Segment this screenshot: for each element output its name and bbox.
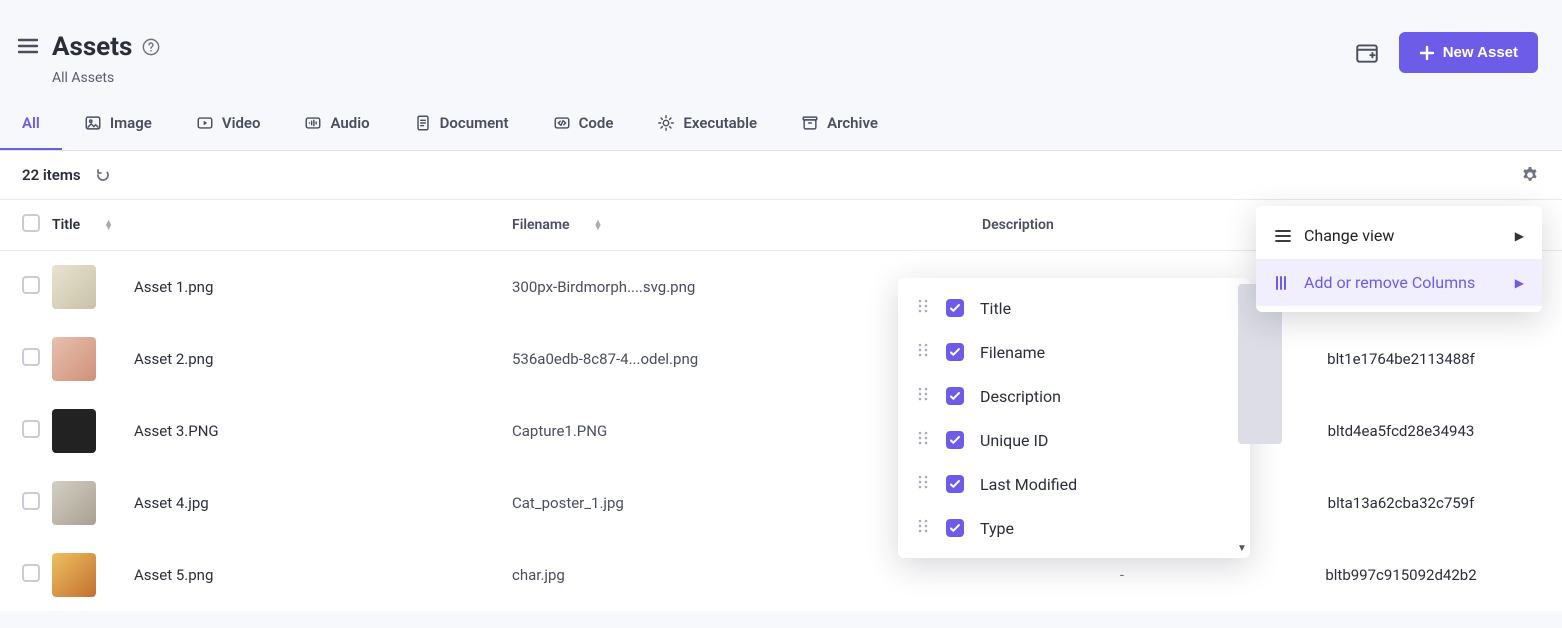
asset-description: - [1120, 566, 1124, 584]
scrollbar[interactable]: ▼ [1238, 284, 1248, 552]
row-checkbox[interactable] [22, 276, 40, 294]
asset-filename: 536a0edb-8c87-4...odel.png [512, 350, 698, 368]
drag-handle-icon[interactable] [918, 474, 930, 494]
asset-title: Asset 4.jpg [134, 494, 209, 512]
asset-uid: blta13a62cba32c759f [1328, 494, 1475, 512]
row-checkbox[interactable] [22, 492, 40, 510]
menu-change-view[interactable]: Change view ▶ [1256, 212, 1542, 259]
drag-handle-icon[interactable] [918, 342, 930, 362]
col-header-filename[interactable]: Filename [512, 217, 570, 233]
tab-video[interactable]: Video [174, 98, 283, 150]
column-option[interactable]: Last Modified [898, 462, 1250, 506]
select-all-checkbox[interactable] [22, 214, 40, 232]
column-option[interactable]: Unique ID [898, 418, 1250, 462]
tab-code[interactable]: Code [531, 98, 636, 150]
column-option[interactable]: Filename [898, 330, 1250, 374]
filter-tabs: All Image Video Audio Document Code Exec… [0, 98, 1562, 151]
new-asset-label: New Asset [1443, 44, 1518, 61]
chevron-right-icon: ▶ [1515, 276, 1524, 290]
column-checkbox[interactable] [946, 519, 964, 537]
asset-uid: blt1e1764be2113488f [1327, 350, 1475, 368]
asset-thumbnail[interactable] [52, 553, 96, 597]
drag-handle-icon[interactable] [918, 386, 930, 406]
column-checkbox[interactable] [946, 431, 964, 449]
sort-filename-icon[interactable]: ▲▼ [594, 220, 603, 231]
column-checkbox[interactable] [946, 299, 964, 317]
row-checkbox[interactable] [22, 420, 40, 438]
tab-executable[interactable]: Executable [635, 98, 779, 150]
help-icon[interactable] [142, 38, 160, 56]
new-asset-button[interactable]: New Asset [1399, 32, 1538, 73]
tab-audio[interactable]: Audio [282, 98, 391, 150]
asset-title: Asset 1.png [134, 278, 213, 296]
column-checkbox[interactable] [946, 387, 964, 405]
column-option[interactable]: Type [898, 506, 1250, 550]
asset-uid: bltd4ea5fcd28e34943 [1328, 422, 1475, 440]
asset-filename: 300px-Birdmorph....svg.png [512, 278, 695, 296]
tab-document[interactable]: Document [392, 98, 531, 150]
asset-thumbnail[interactable] [52, 265, 96, 309]
settings-gear-icon[interactable] [1520, 165, 1540, 185]
drag-handle-icon[interactable] [918, 518, 930, 538]
asset-title: Asset 5.png [134, 566, 213, 584]
sort-title-icon[interactable]: ▲▼ [104, 220, 113, 231]
column-option-label: Filename [980, 343, 1045, 362]
menu-toggle[interactable] [18, 38, 38, 54]
table-row[interactable]: Asset 5.png char.jpg - bltb997c915092d42… [0, 539, 1562, 611]
asset-title: Asset 3.PNG [134, 422, 219, 440]
col-header-title[interactable]: Title [52, 217, 80, 233]
col-header-description[interactable]: Description [982, 217, 1054, 233]
asset-title: Asset 2.png [134, 350, 213, 368]
table-row[interactable]: Asset 3.PNG Capture1.PNG bltd4ea5fcd28e3… [0, 395, 1562, 467]
row-checkbox[interactable] [22, 348, 40, 366]
asset-thumbnail[interactable] [52, 337, 96, 381]
asset-uid: bltb997c915092d42b2 [1325, 566, 1476, 584]
asset-filename: Capture1.PNG [512, 422, 607, 440]
drag-handle-icon[interactable] [918, 298, 930, 318]
columns-popover: ▼ Title Filename Description Unique ID [898, 278, 1250, 558]
menu-add-remove-columns[interactable]: Add or remove Columns ▶ [1256, 259, 1542, 306]
tab-all[interactable]: All [0, 98, 62, 150]
column-option-label: Description [980, 387, 1061, 406]
tab-archive[interactable]: Archive [779, 98, 900, 150]
row-checkbox[interactable] [22, 564, 40, 582]
column-option-label: Title [980, 299, 1011, 318]
tab-image[interactable]: Image [62, 98, 174, 150]
settings-menu: Change view ▶ Add or remove Columns ▶ [1256, 206, 1542, 312]
asset-thumbnail[interactable] [52, 409, 96, 453]
column-checkbox[interactable] [946, 475, 964, 493]
column-option-label: Unique ID [980, 431, 1048, 450]
page-title: Assets [52, 32, 132, 62]
column-option[interactable]: Description [898, 374, 1250, 418]
asset-filename: Cat_poster_1.jpg [512, 494, 624, 512]
chevron-right-icon: ▶ [1515, 229, 1524, 243]
drag-handle-icon[interactable] [918, 430, 930, 450]
column-checkbox[interactable] [946, 343, 964, 361]
refresh-icon[interactable] [95, 167, 111, 183]
column-option-label: Last Modified [980, 475, 1077, 494]
asset-filename: char.jpg [512, 566, 565, 584]
column-option[interactable]: Title [898, 286, 1250, 330]
item-count: 22 items [22, 166, 81, 184]
table-row[interactable]: Asset 2.png 536a0edb-8c87-4...odel.png b… [0, 323, 1562, 395]
column-option-label: Type [980, 519, 1014, 538]
new-folder-button[interactable] [1351, 37, 1383, 69]
breadcrumb: All Assets [52, 70, 1351, 86]
asset-thumbnail[interactable] [52, 481, 96, 525]
table-row[interactable]: Asset 4.jpg Cat_poster_1.jpg blta13a62cb… [0, 467, 1562, 539]
